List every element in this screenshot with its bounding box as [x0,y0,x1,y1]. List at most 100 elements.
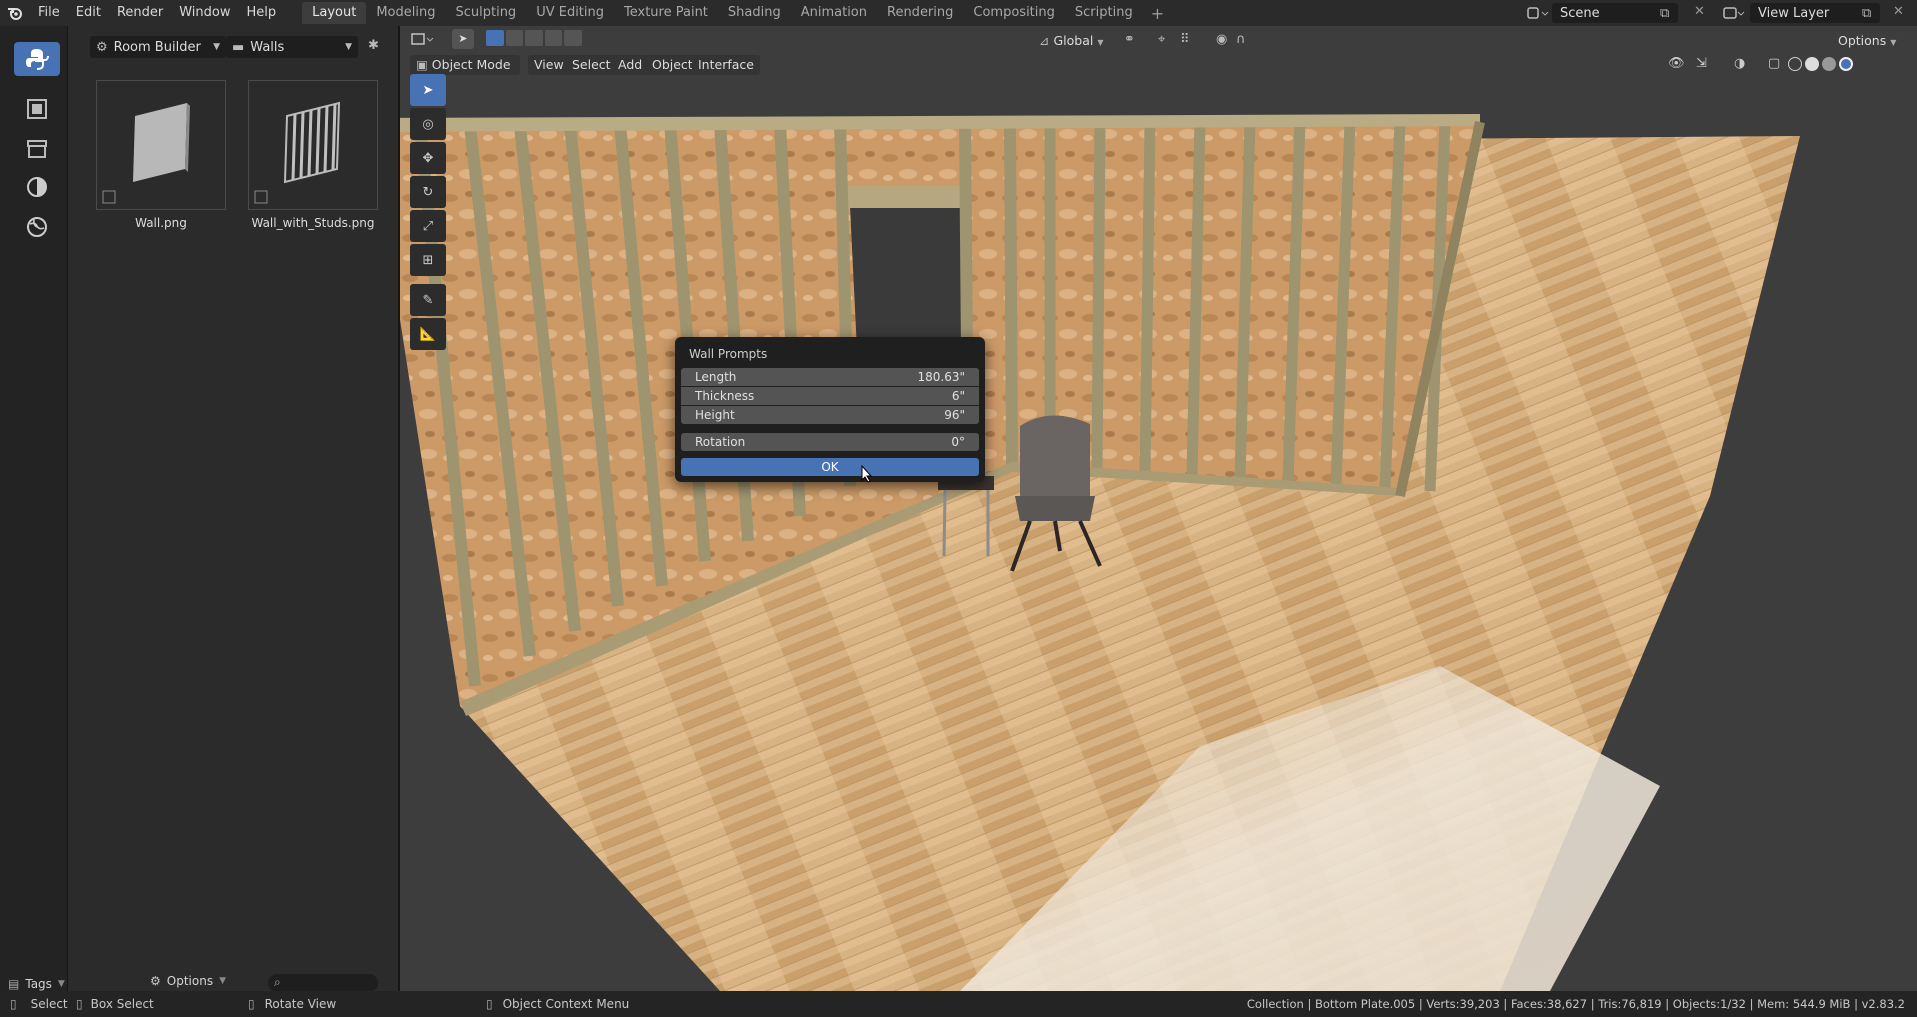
select-tool-icon[interactable]: ➤ [410,74,446,106]
snap-toggle-icon[interactable]: ⌖ [1158,32,1165,47]
collection-icon[interactable] [14,132,60,166]
library-dropdown[interactable]: ⚙ Room Builder ▼ [90,36,226,58]
annotate-tool-icon[interactable]: ✎ [410,284,446,316]
select-new-icon[interactable] [486,30,504,46]
status-bar: ▯ Select ▯ Box Select ▯ Rotate View ▯ Ob… [0,991,1917,1017]
visibility-dropdown-icon[interactable]: 👁 [1668,56,1685,71]
move-tool-icon[interactable]: ✥ [410,142,446,174]
tags-label: Tags [25,977,52,991]
orientation-icon: ⊿ [1039,33,1050,48]
scene-statistics: Collection | Bottom Plate.005 | Verts:39… [1246,997,1905,1011]
proportional-edit-icon[interactable]: ◉ [1216,32,1227,47]
asset-label-wall-studs: Wall_with_Studs.png [251,216,375,230]
menu-interface[interactable]: Interface [692,55,760,75]
solid-shading-icon[interactable] [1805,57,1819,71]
tab-uv-editing[interactable]: UV Editing [526,2,614,24]
rotate-tool-icon[interactable]: ↻ [410,176,446,208]
select-extend-icon[interactable] [505,30,524,46]
proportional-falloff-icon[interactable]: ∩ [1236,32,1246,47]
pivot-point-icon[interactable]: ⚭ [1124,32,1135,47]
overlay-toggle-icon[interactable]: ◑ [1734,56,1745,71]
select-subtract-icon[interactable] [525,30,543,46]
menu-window[interactable]: Window [171,0,238,26]
thickness-field[interactable]: Thickness 6" [681,387,979,405]
height-field[interactable]: Height 96" [681,406,979,424]
view-layer-selector[interactable]: View Layer ⧉ [1750,3,1880,23]
scene-selector[interactable]: Scene ⧉ [1552,3,1678,23]
select-mode-button[interactable]: ➤ [452,29,474,49]
delete-scene-icon[interactable]: ✕ [1694,4,1705,19]
menu-object[interactable]: Object [646,55,699,75]
menu-render[interactable]: Render [109,0,171,26]
3d-viewport[interactable]: ➤ ▣ Object Mode ▼ View Select Add Object… [400,26,1917,991]
asset-browser-panel: ⚙ Room Builder ▼ ▬ Walls ▼ ✱ Wall.png Wa… [68,26,400,992]
new-scene-icon[interactable]: ⧉ [1660,6,1678,21]
menu-select[interactable]: Select [566,55,617,75]
object-mode-dropdown[interactable]: ▣ Object Mode ▼ [410,55,520,91]
snap-target-icon[interactable]: ⠿ [1180,32,1190,47]
tab-scripting[interactable]: Scripting [1065,2,1143,24]
material-icon[interactable] [14,170,60,204]
object-properties-icon[interactable] [14,92,60,126]
asset-label-wall: Wall.png [135,216,187,230]
material-shading-icon[interactable] [1822,57,1836,71]
length-field[interactable]: Length 180.63" [681,368,979,386]
rotation-field[interactable]: Rotation 0° [681,433,979,451]
cursor-tool-icon[interactable]: ◎ [410,108,446,140]
menu-edit[interactable]: Edit [68,0,109,26]
category-dropdown[interactable]: ▬ Walls ▼ [226,36,358,58]
wall-panel-icon [102,103,190,204]
top-bar: File Edit Render Window Help Layout Mode… [0,0,1917,26]
delete-view-layer-icon[interactable]: ✕ [1893,4,1904,19]
rendered-shading-icon[interactable] [1839,57,1853,71]
ok-button[interactable]: OK [681,458,979,476]
tab-layout[interactable]: Layout [302,2,367,24]
tab-rendering[interactable]: Rendering [877,2,963,24]
xray-toggle-icon[interactable]: ▢ [1768,56,1780,71]
editor-type-dropdown[interactable] [410,30,436,50]
world-icon[interactable] [14,210,60,244]
tab-modeling[interactable]: Modeling [366,2,445,24]
options-label: Options [1838,33,1887,48]
thickness-label: Thickness [695,389,755,403]
tab-sculpting[interactable]: Sculpting [445,2,526,24]
asset-thumbnail-wall-studs[interactable] [248,80,378,210]
height-value: 96" [944,408,965,422]
object-mode-label: Object Mode [431,57,511,72]
workspace-tabs: Layout Modeling Sculpting UV Editing Tex… [302,0,1172,26]
scale-tool-icon[interactable]: ⤢ [410,210,446,242]
tab-animation[interactable]: Animation [791,2,877,24]
options-dropdown[interactable]: Options ▼ [1832,31,1902,51]
transform-orientation-dropdown[interactable]: ⊿ Global ▼ [1033,31,1111,51]
select-invert-icon[interactable] [544,30,563,46]
menu-add[interactable]: Add [612,55,649,75]
search-input[interactable]: ⌕ [268,974,378,992]
menu-view[interactable]: View [528,55,570,75]
tab-shading[interactable]: Shading [718,2,791,24]
tab-compositing[interactable]: Compositing [963,2,1065,24]
transform-tool-icon[interactable]: ⊞ [410,244,446,276]
new-view-layer-icon[interactable]: ⧉ [1862,6,1880,21]
asset-thumbnail-wall[interactable] [96,80,226,210]
settings-icon[interactable]: ✱ [368,38,379,53]
gear-icon: ⚙ [150,974,161,988]
gizmo-toggle-icon[interactable]: ⇲ [1696,56,1707,71]
select-intersect-icon[interactable] [564,30,582,46]
measure-tool-icon[interactable]: 📐 [410,318,446,350]
view-layer-icon[interactable] [1722,5,1746,21]
python-editor-icon[interactable] [14,42,60,76]
scene-type-icon[interactable] [1526,5,1550,21]
scene-name: Scene [1560,5,1600,21]
select-box-mode-group[interactable] [486,30,582,48]
menu-file[interactable]: File [30,0,68,26]
rotation-label: Rotation [695,435,746,449]
tags-dropdown[interactable]: ▤ Tags ▼ [8,977,65,991]
wireframe-shading-icon[interactable] [1788,57,1802,71]
menu-help[interactable]: Help [239,0,285,26]
height-label: Height [695,408,735,422]
add-workspace-icon[interactable]: + [1143,4,1172,23]
tab-texture-paint[interactable]: Texture Paint [614,2,718,24]
view-layer-name: View Layer [1758,5,1830,21]
options-dropdown[interactable]: ⚙ Options ▼ [150,974,226,988]
blender-logo-icon[interactable] [0,0,30,26]
